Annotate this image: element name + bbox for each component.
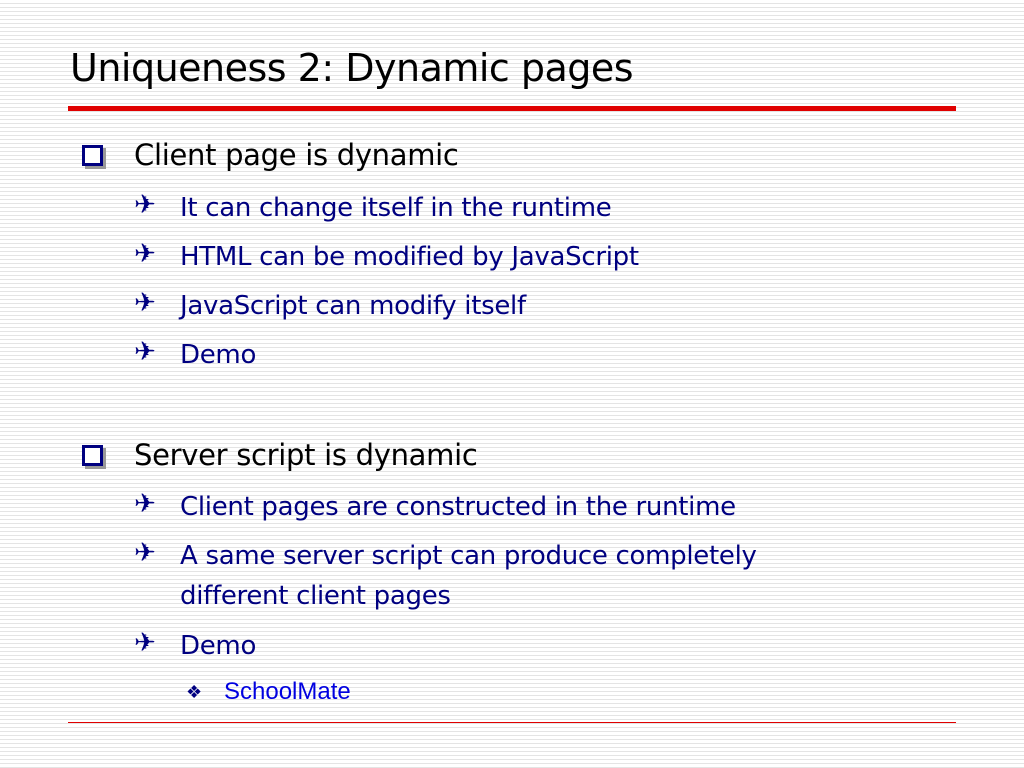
airplane-bullet-icon: ✈ <box>134 239 156 269</box>
sub-bullet-text: different client pages <box>180 581 451 611</box>
bullet-text: Client page is dynamic <box>134 138 459 172</box>
airplane-bullet-icon: ✈ <box>134 489 156 519</box>
airplane-bullet-icon: ✈ <box>134 288 156 318</box>
sub-bullet-text: HTML can be modified by JavaScript <box>180 242 639 272</box>
square-bullet-icon <box>82 442 103 466</box>
sub-bullet-text: JavaScript can modify itself <box>180 291 526 321</box>
footer-rule <box>68 722 956 723</box>
airplane-bullet-icon: ✈ <box>134 628 156 658</box>
sub-bullet-text: It can change itself in the runtime <box>180 193 612 223</box>
bullet-text: Server script is dynamic <box>134 438 478 472</box>
airplane-bullet-icon: ✈ <box>134 190 156 220</box>
sub-bullet-text: A same server script can produce complet… <box>180 541 757 571</box>
airplane-bullet-icon: ✈ <box>134 337 156 367</box>
airplane-bullet-icon: ✈ <box>134 538 156 568</box>
diamond-bullet-icon: ❖ <box>186 682 203 702</box>
sub-bullet-text: Demo <box>180 631 257 661</box>
sub-sub-bullet-text: SchoolMate <box>224 678 351 705</box>
title-underline <box>68 106 956 111</box>
square-bullet-icon <box>82 142 103 166</box>
sub-bullet-text: Client pages are constructed in the runt… <box>180 492 736 522</box>
slide-title: Uniqueness 2: Dynamic pages <box>70 46 634 90</box>
sub-bullet-text: Demo <box>180 340 257 370</box>
